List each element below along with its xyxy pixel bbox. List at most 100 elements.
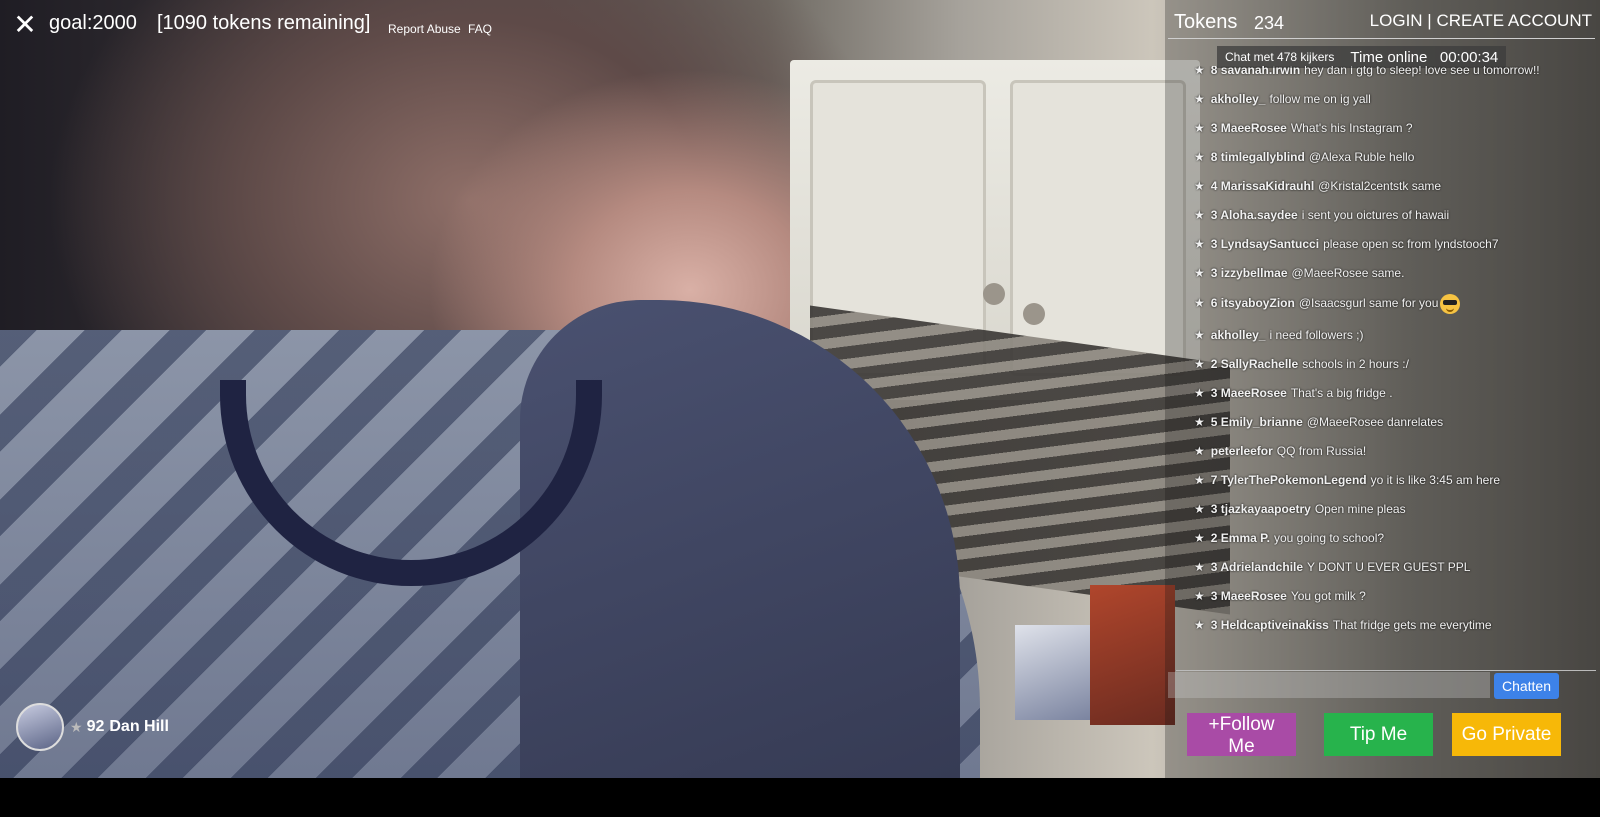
chat-user-level: 2 — [1210, 531, 1218, 545]
background-photo — [1015, 625, 1090, 720]
chat-message: ★ 5 Emily_brianne @MaeeRosee danrelates — [1194, 408, 1594, 437]
chat-user-name[interactable]: peterleefor — [1211, 444, 1273, 458]
chat-user-name[interactable]: Aloha.saydee — [1220, 208, 1297, 222]
chat-user-name[interactable]: Emma P. — [1221, 531, 1270, 545]
chat-username[interactable]: 7 TylerThePokemonLegend — [1211, 473, 1367, 487]
chat-send-button[interactable]: Chatten — [1494, 673, 1559, 699]
chat-user-name[interactable]: Emily_brianne — [1221, 415, 1303, 429]
chat-username[interactable]: 6 itsyaboyZion — [1211, 296, 1295, 310]
chat-user-name[interactable]: savanah.irwin — [1221, 66, 1300, 77]
follow-button[interactable]: +Follow Me — [1187, 713, 1296, 757]
chat-user-name[interactable]: akholley_ — [1211, 92, 1266, 106]
chat-message-text: What's his Instagram ? — [1290, 121, 1413, 135]
chat-username[interactable]: 3 LyndsaySantucci — [1211, 237, 1319, 251]
chat-username[interactable]: 4 MarissaKidrauhl — [1211, 179, 1314, 193]
chat-message-text: QQ from Russia! — [1276, 444, 1367, 458]
chat-user-level: 3 — [1210, 502, 1218, 516]
star-icon: ★ — [1194, 589, 1205, 603]
chat-username[interactable]: 2 SallyRachelle — [1211, 357, 1298, 371]
chat-message-text: @Alexa Ruble hello — [1308, 150, 1415, 164]
chat-message-list[interactable]: ★ 8 savanah.irwin hey dan i gtg to sleep! … — [1194, 66, 1594, 676]
performer-level: 92 — [86, 718, 105, 735]
star-icon: ★ — [1194, 92, 1205, 106]
chat-username[interactable]: akholley_ — [1211, 328, 1266, 342]
login-link[interactable]: LOGIN — [1370, 11, 1423, 30]
chat-message: ★ 2 Emma P. you going to school? — [1194, 524, 1594, 553]
chat-username[interactable]: 3 MaeeRosee — [1211, 386, 1287, 400]
create-account-link[interactable]: CREATE ACCOUNT — [1436, 11, 1592, 30]
chat-message: ★ 3 MaeeRosee What's his Instagram ? — [1194, 114, 1594, 143]
chat-username[interactable]: 8 timlegallyblind — [1211, 150, 1305, 164]
chat-message-text: i need followers ;) — [1269, 328, 1364, 342]
close-icon[interactable]: ✕ — [12, 11, 38, 39]
cabinet-knob — [1023, 303, 1045, 325]
chat-user-level: 5 — [1210, 415, 1218, 429]
chat-username[interactable]: 5 Emily_brianne — [1211, 415, 1303, 429]
chat-user-level: 3 — [1210, 266, 1218, 280]
chat-user-name[interactable]: akholley_ — [1211, 328, 1266, 342]
star-icon: ★ — [1194, 618, 1205, 632]
star-icon: ★ — [1194, 473, 1205, 487]
star-icon: ★ — [1194, 208, 1205, 222]
chat-message-text: @MaeeRosee same. — [1291, 266, 1405, 280]
chat-message: ★ 2 SallyRachelle schools in 2 hours :/ — [1194, 350, 1594, 379]
chat-user-name[interactable]: izzybellmae — [1221, 266, 1288, 280]
chat-user-level: 3 — [1210, 560, 1218, 574]
chat-message: ★ peterleefor QQ from Russia! — [1194, 437, 1594, 466]
chat-user-name[interactable]: TylerThePokemonLegend — [1221, 473, 1367, 487]
chat-username[interactable]: 3 tjazkayaapoetry — [1211, 502, 1311, 516]
chat-username[interactable]: 3 Aloha.saydee — [1211, 208, 1298, 222]
chat-user-name[interactable]: MaeeRosee — [1221, 589, 1287, 603]
star-icon: ★ — [1194, 66, 1205, 77]
go-private-button[interactable]: Go Private — [1452, 713, 1561, 756]
chat-user-name[interactable]: MaeeRosee — [1221, 386, 1287, 400]
chat-username[interactable]: 3 izzybellmae — [1211, 266, 1288, 280]
chat-user-level: 6 — [1210, 296, 1218, 311]
chat-user-name[interactable]: MaeeRosee — [1221, 121, 1287, 135]
chat-user-level: 3 — [1210, 121, 1218, 135]
star-icon: ★ — [1194, 415, 1205, 429]
chat-user-name[interactable]: Adrielandchile — [1220, 560, 1303, 574]
chat-username[interactable]: 3 MaeeRosee — [1211, 589, 1287, 603]
chat-username[interactable]: peterleefor — [1211, 444, 1273, 458]
chat-message: ★ 7 TylerThePokemonLegend yo it is like 3:… — [1194, 466, 1594, 495]
chat-message: ★ 3 MaeeRosee You got milk ? — [1194, 582, 1594, 611]
chat-user-name[interactable]: itsyaboyZion — [1221, 296, 1295, 310]
chat-user-name[interactable]: Heldcaptiveinakiss — [1221, 618, 1329, 632]
account-links: LOGIN | CREATE ACCOUNT — [1370, 11, 1592, 31]
cabinet-knob — [983, 283, 1005, 305]
chat-message-text: Open mine pleas — [1314, 502, 1406, 516]
chat-message-text: you going to school? — [1273, 531, 1385, 545]
chat-user-name[interactable]: MarissaKidrauhl — [1221, 179, 1314, 193]
chat-user-name[interactable]: SallyRachelle — [1221, 357, 1298, 371]
cabinet-door — [1010, 80, 1186, 376]
chat-user-name[interactable]: tjazkayaapoetry — [1221, 502, 1311, 516]
chat-username[interactable]: 3 Adrielandchile — [1211, 560, 1303, 574]
chat-input[interactable] — [1168, 672, 1490, 698]
chat-username[interactable]: 3 Heldcaptiveinakiss — [1211, 618, 1329, 632]
avatar[interactable] — [16, 703, 64, 751]
chat-message: ★ 3 Heldcaptiveinakiss That fridge gets me… — [1194, 611, 1594, 640]
chat-username[interactable]: 3 MaeeRosee — [1211, 121, 1287, 135]
chat-message-text: i sent you oictures of hawaii — [1301, 208, 1450, 222]
chat-message: ★ 3 MaeeRosee That's a big fridge . — [1194, 379, 1594, 408]
chat-username[interactable]: 8 savanah.irwin — [1211, 66, 1300, 77]
performer-name[interactable]: Dan Hill — [109, 718, 169, 736]
chat-user-name[interactable]: LyndsaySantucci — [1221, 237, 1319, 251]
star-icon: ★ — [1194, 560, 1205, 574]
chat-username[interactable]: akholley_ — [1211, 92, 1266, 106]
chat-message: ★ 8 savanah.irwin hey dan i gtg to sleep! … — [1194, 66, 1594, 85]
star-icon: ★ — [1194, 386, 1205, 400]
chat-message-text: please open sc from lyndstooch7 — [1323, 237, 1499, 251]
chat-username[interactable]: 2 Emma P. — [1211, 531, 1270, 545]
chat-panel: Tokens 234 LOGIN | CREATE ACCOUNT Chat m… — [1165, 0, 1600, 778]
report-abuse-link[interactable]: Report Abuse — [388, 22, 461, 36]
performer-badge[interactable]: ★ 92 Dan Hill — [16, 703, 169, 751]
faq-link[interactable]: FAQ — [468, 22, 492, 36]
chat-user-name[interactable]: timlegallyblind — [1221, 150, 1305, 164]
tip-button[interactable]: Tip Me — [1324, 713, 1433, 756]
chat-user-level: 3 — [1210, 208, 1218, 222]
chat-message: ★ 3 LyndsaySantucci please open sc from ly… — [1194, 230, 1594, 259]
star-icon: ★ — [1194, 150, 1205, 164]
star-icon: ★ — [1194, 531, 1205, 545]
